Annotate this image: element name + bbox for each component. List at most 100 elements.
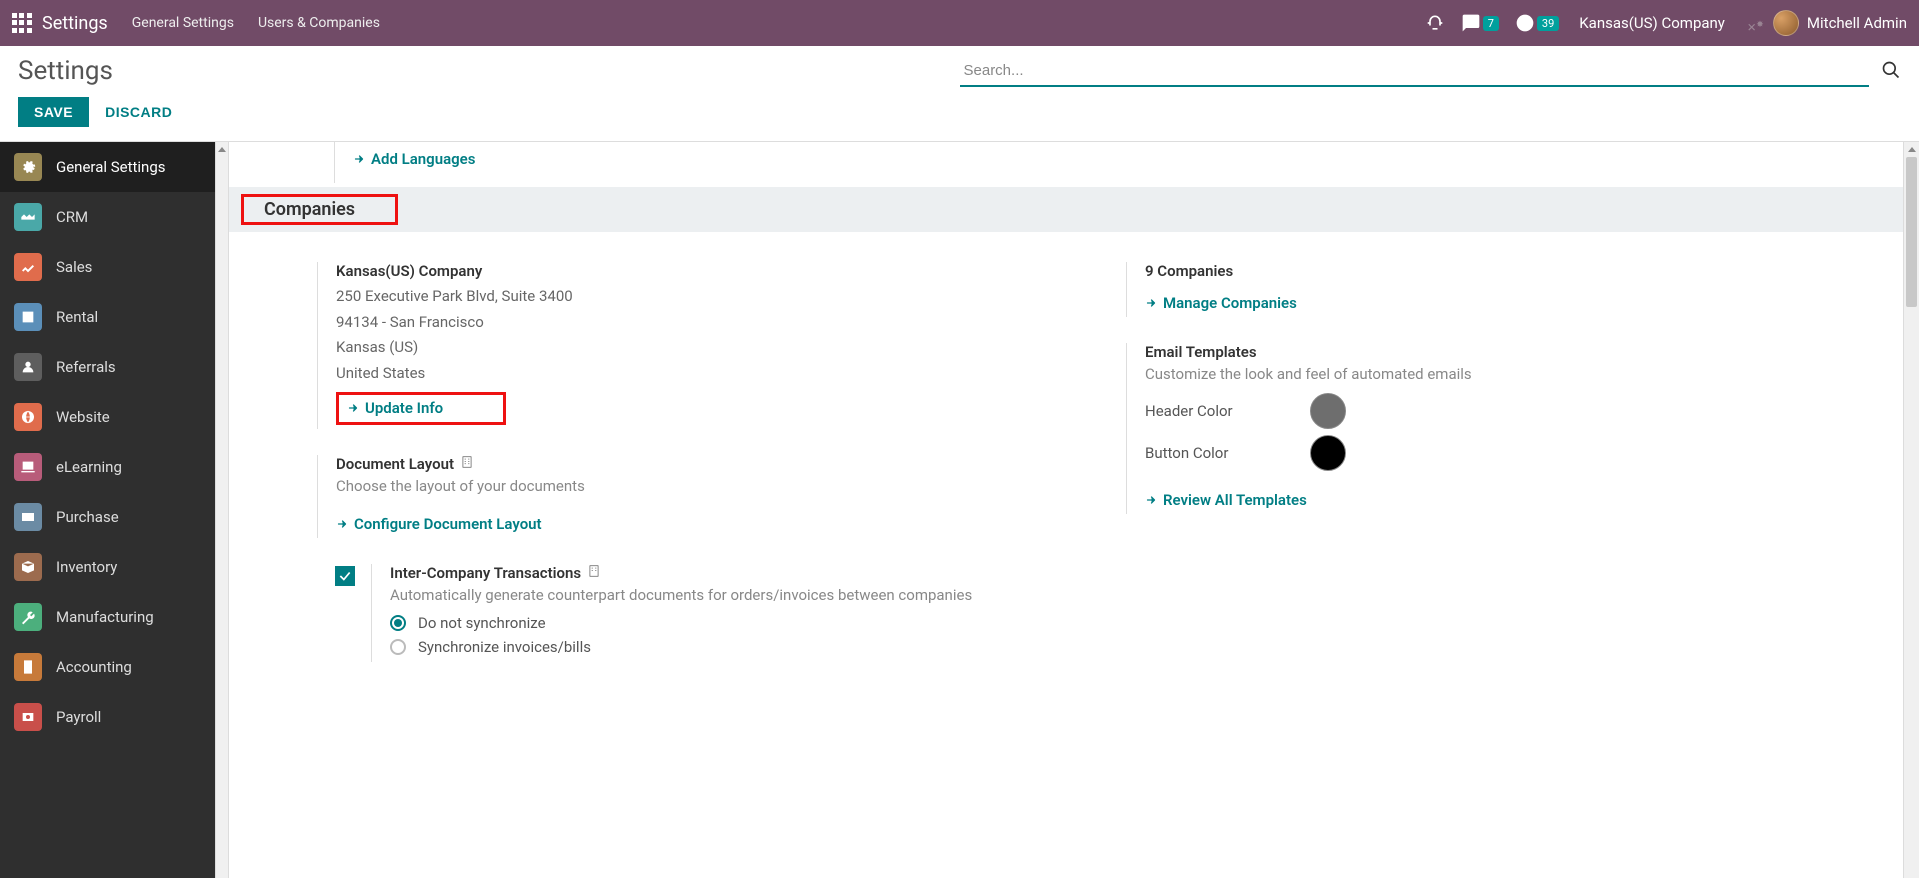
invoice-icon: [14, 653, 42, 681]
update-info-link[interactable]: Update Info: [347, 399, 443, 417]
box-icon: [14, 553, 42, 581]
intercompany-title: Inter-Company Transactions: [390, 564, 581, 582]
activities-icon[interactable]: 39: [1515, 13, 1559, 33]
button-color-swatch[interactable]: [1310, 435, 1346, 471]
menu-users-companies[interactable]: Users & Companies: [258, 15, 380, 31]
company-country: United States: [336, 361, 1060, 387]
settings-sidebar: General Settings CRM Sales Rental Referr…: [0, 142, 215, 878]
sidebar-item-general-settings[interactable]: General Settings: [0, 142, 215, 192]
search-icon[interactable]: [1881, 60, 1901, 84]
update-info-label: Update Info: [365, 399, 443, 417]
add-languages-label: Add Languages: [371, 150, 475, 168]
app-brand[interactable]: Settings: [42, 13, 108, 34]
search-input[interactable]: [960, 56, 1870, 87]
money-icon: [14, 703, 42, 731]
arrow-right-icon: [336, 518, 348, 530]
sidebar-item-label: Sales: [56, 258, 92, 276]
card-icon: [14, 503, 42, 531]
sidebar-item-accounting[interactable]: Accounting: [0, 642, 215, 692]
sidebar-item-label: General Settings: [56, 158, 166, 176]
radio-sync-invoices[interactable]: Synchronize invoices/bills: [390, 638, 1060, 656]
arrow-right-icon: [347, 402, 359, 414]
sidebar-item-purchase[interactable]: Purchase: [0, 492, 215, 542]
companies-section-header: Companies: [229, 187, 1919, 232]
sidebar-item-referrals[interactable]: Referrals: [0, 342, 215, 392]
configure-document-layout-link[interactable]: Configure Document Layout: [336, 515, 542, 533]
intercompany-block: Inter-Company Transactions Automatically…: [335, 564, 1060, 662]
wrench-icon: [14, 603, 42, 631]
sidebar-item-inventory[interactable]: Inventory: [0, 542, 215, 592]
avatar[interactable]: [1773, 10, 1799, 36]
company-state: Kansas (US): [336, 335, 1060, 361]
messages-icon[interactable]: 7: [1461, 13, 1499, 33]
company-street: 250 Executive Park Blvd, Suite 3400: [336, 284, 1060, 310]
book-icon: [14, 453, 42, 481]
radio-icon: [390, 639, 406, 655]
people-icon: [14, 353, 42, 381]
sidebar-item-crm[interactable]: CRM: [0, 192, 215, 242]
radio-label: Do not synchronize: [418, 614, 546, 632]
sidebar-item-payroll[interactable]: Payroll: [0, 692, 215, 742]
chart-icon: [14, 253, 42, 281]
company-info-block: Kansas(US) Company 250 Executive Park Bl…: [317, 262, 1060, 429]
review-templates-link[interactable]: Review All Templates: [1145, 491, 1307, 509]
building-icon: [460, 455, 474, 473]
company-zip-city: 94134 - San Francisco: [336, 310, 1060, 336]
sidebar-item-label: Accounting: [56, 658, 132, 676]
intercompany-desc: Automatically generate counterpart docum…: [390, 586, 1060, 604]
discard-button[interactable]: DISCARD: [105, 104, 172, 120]
debug-icon[interactable]: [1745, 13, 1765, 33]
radio-icon: [390, 615, 406, 631]
arrow-right-icon: [1145, 494, 1157, 506]
companies-count-block: 9 Companies Manage Companies: [1126, 262, 1869, 317]
add-languages-link[interactable]: Add Languages: [353, 150, 475, 168]
configure-document-layout-label: Configure Document Layout: [354, 515, 542, 533]
sidebar-item-website[interactable]: Website: [0, 392, 215, 442]
radio-label: Synchronize invoices/bills: [418, 638, 591, 656]
menu-general-settings[interactable]: General Settings: [132, 15, 234, 31]
page-title: Settings: [18, 56, 113, 86]
sidebar-item-rental[interactable]: Rental: [0, 292, 215, 342]
review-templates-label: Review All Templates: [1163, 491, 1307, 509]
email-templates-desc: Customize the look and feel of automated…: [1145, 365, 1869, 383]
building-icon: [587, 564, 601, 582]
email-templates-title: Email Templates: [1145, 343, 1869, 361]
sidebar-item-label: Website: [56, 408, 110, 426]
arrow-right-icon: [1145, 297, 1157, 309]
top-menubar: Settings General Settings Users & Compan…: [0, 0, 1919, 46]
intercompany-checkbox[interactable]: [335, 566, 355, 586]
companies-section-title: Companies: [264, 199, 355, 220]
sidebar-item-label: CRM: [56, 208, 88, 226]
sidebar-scrollbar[interactable]: [215, 142, 229, 878]
sidebar-item-label: Manufacturing: [56, 608, 154, 626]
button-color-label: Button Color: [1145, 444, 1310, 462]
sidebar-item-label: Payroll: [56, 708, 101, 726]
sidebar-item-elearning[interactable]: eLearning: [0, 442, 215, 492]
company-name: Kansas(US) Company: [336, 262, 1060, 280]
document-layout-desc: Choose the layout of your documents: [336, 477, 1060, 495]
sidebar-item-manufacturing[interactable]: Manufacturing: [0, 592, 215, 642]
voip-icon[interactable]: [1425, 13, 1445, 33]
key-icon: [14, 303, 42, 331]
username[interactable]: Mitchell Admin: [1807, 14, 1907, 32]
company-switcher[interactable]: Kansas(US) Company: [1579, 14, 1725, 32]
apps-icon[interactable]: [12, 13, 32, 33]
manage-companies-link[interactable]: Manage Companies: [1145, 294, 1297, 312]
globe-icon: [14, 403, 42, 431]
radio-do-not-sync[interactable]: Do not synchronize: [390, 614, 1060, 632]
header-color-swatch[interactable]: [1310, 393, 1346, 429]
document-layout-block: Document Layout Choose the layout of you…: [317, 455, 1060, 538]
content-scrollbar[interactable]: [1903, 142, 1919, 878]
button-row: SAVE DISCARD: [0, 87, 1919, 141]
save-button[interactable]: SAVE: [18, 97, 89, 127]
messages-badge: 7: [1483, 16, 1499, 31]
arrow-right-icon: [353, 153, 365, 165]
sidebar-item-label: Rental: [56, 308, 98, 326]
sidebar-item-label: Inventory: [56, 558, 117, 576]
manage-companies-label: Manage Companies: [1163, 294, 1297, 312]
sidebar-item-sales[interactable]: Sales: [0, 242, 215, 292]
sidebar-item-label: Referrals: [56, 358, 116, 376]
sidebar-item-label: eLearning: [56, 458, 122, 476]
companies-count: 9 Companies: [1145, 262, 1869, 280]
main-area: General Settings CRM Sales Rental Referr…: [0, 141, 1919, 878]
